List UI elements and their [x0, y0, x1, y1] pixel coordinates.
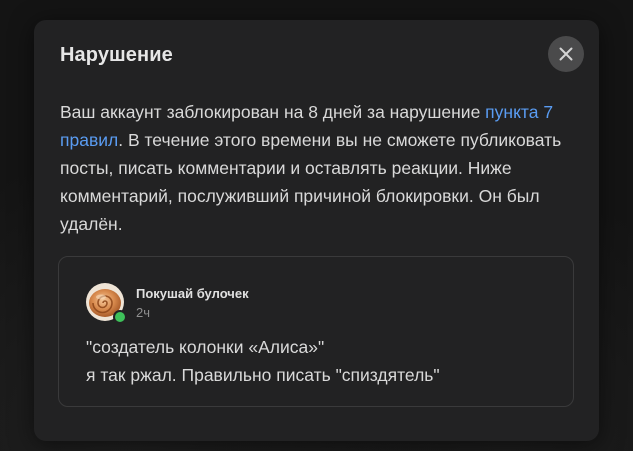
deleted-comment-card: Покушай булочек 2ч "создатель колонки «А… [58, 256, 574, 407]
comment-author[interactable]: Покушай булочек [136, 286, 249, 301]
avatar[interactable] [86, 283, 127, 324]
violation-dialog: Нарушение Ваш аккаунт заблокирован на 8 … [34, 20, 599, 441]
close-icon [559, 47, 573, 61]
dialog-message: Ваш аккаунт заблокирован на 8 дней за на… [60, 98, 582, 238]
comment-timestamp: 2ч [136, 305, 151, 320]
message-text-end: . В течение этого времени вы не сможете … [60, 130, 562, 234]
online-status-icon [113, 310, 127, 324]
comment-body: "создатель колонки «Алиса»" я так ржал. … [86, 333, 556, 389]
comment-line: "создатель колонки «Алиса»" [86, 337, 325, 357]
message-text-start: Ваш аккаунт заблокирован на 8 дней за на… [60, 102, 486, 122]
comment-line: я так ржал. Правильно писать "спиздятель… [86, 365, 440, 385]
close-button[interactable] [548, 36, 584, 72]
dialog-title: Нарушение [60, 44, 173, 66]
